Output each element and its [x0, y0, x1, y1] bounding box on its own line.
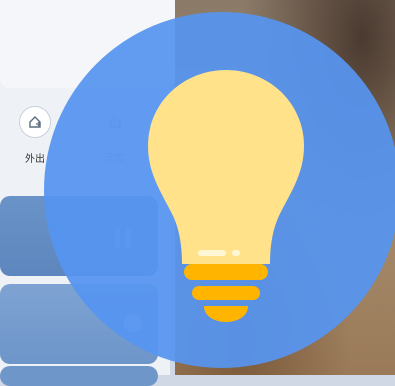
device-tile[interactable]: [0, 366, 158, 386]
away-home-icon: [29, 116, 41, 128]
light-bulb-icon: [148, 70, 304, 322]
scene-mode-label: 外出: [25, 154, 45, 165]
away-ring: [19, 106, 51, 138]
